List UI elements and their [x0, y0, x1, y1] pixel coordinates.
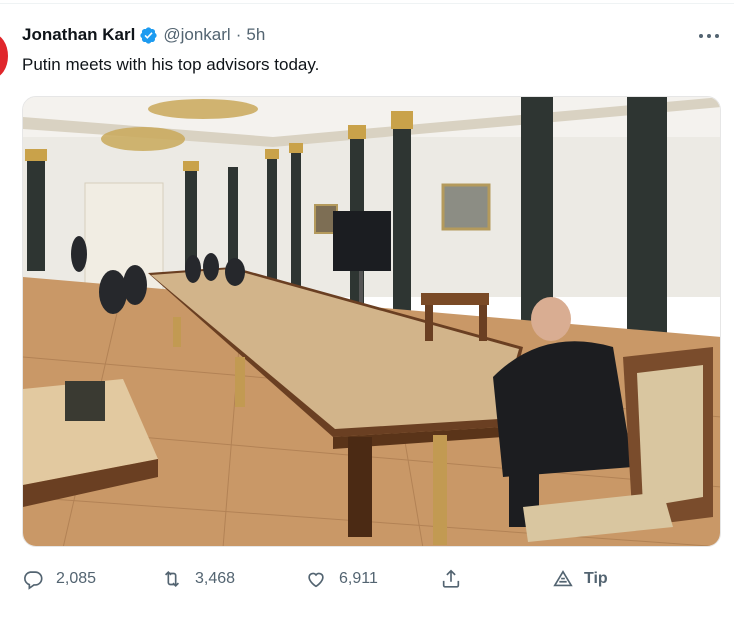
like-count: 6,911: [339, 570, 378, 587]
share-button[interactable]: [440, 566, 462, 592]
heart-icon: [308, 572, 324, 588]
author-name[interactable]: Jonathan Karl: [22, 25, 135, 45]
tweet-header: Jonathan Karl @jonkarl · 5h: [22, 24, 265, 46]
tip-icon: [553, 570, 573, 587]
more-options-icon[interactable]: [697, 28, 721, 44]
author-handle[interactable]: @jonkarl: [163, 25, 230, 45]
share-icon: [442, 569, 460, 588]
photo-illustration: [23, 97, 720, 546]
retweet-count: 3,468: [195, 570, 236, 587]
timestamp[interactable]: 5h: [246, 25, 265, 45]
tweet-photo[interactable]: [22, 96, 721, 547]
top-divider: [0, 3, 734, 4]
like-button[interactable]: 6,911: [305, 566, 378, 592]
retweet-icon: [164, 570, 180, 588]
tip-label: Tip: [584, 570, 608, 587]
tweet-actions: 2,085 3,468 6,911 Tip: [22, 566, 642, 592]
verified-badge-icon: [139, 26, 158, 45]
retweet-button[interactable]: 3,468: [161, 566, 235, 592]
reply-button[interactable]: 2,085: [22, 566, 96, 592]
avatar[interactable]: [0, 34, 8, 78]
reply-icon: [24, 571, 43, 590]
separator-dot: ·: [235, 25, 242, 44]
reply-count: 2,085: [56, 570, 97, 587]
tip-button[interactable]: Tip: [552, 566, 608, 592]
tweet-text: Putin meets with his top advisors today.: [22, 55, 320, 74]
